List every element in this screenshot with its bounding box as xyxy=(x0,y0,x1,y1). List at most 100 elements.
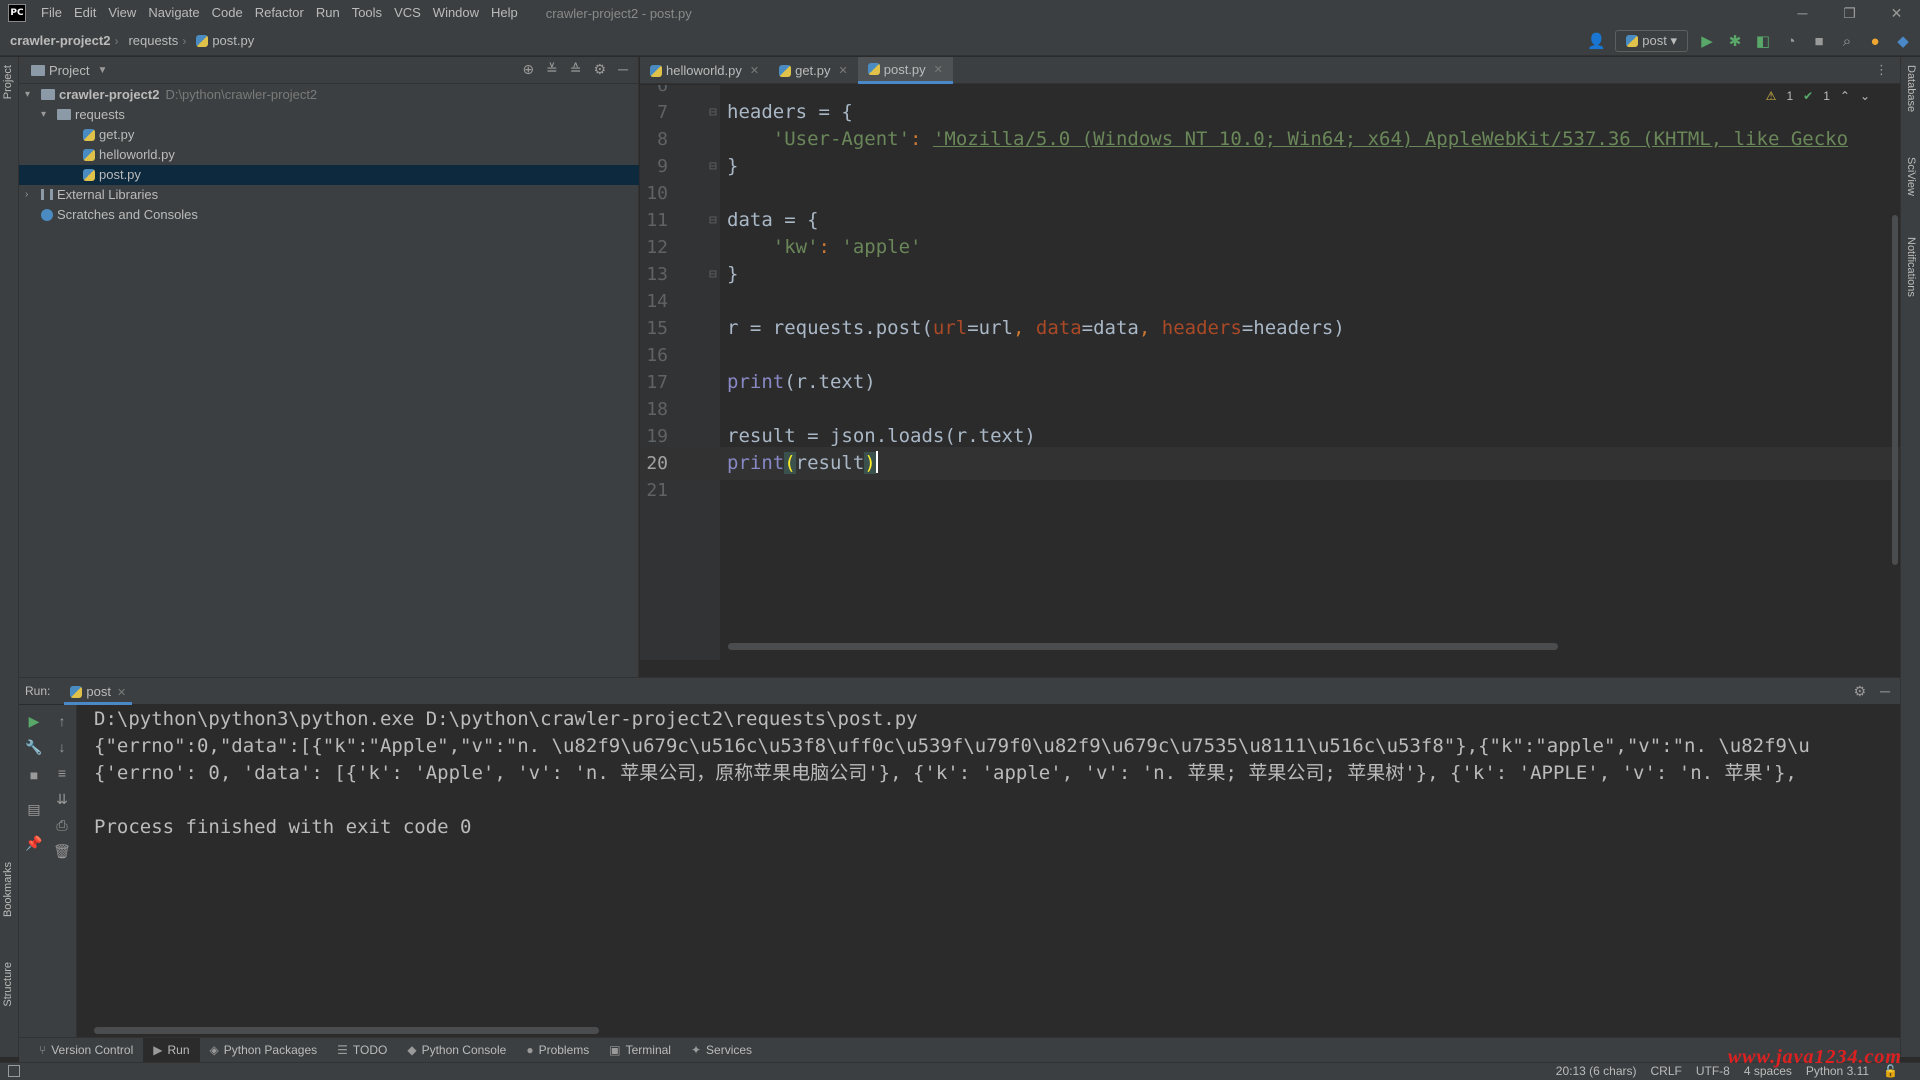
menu-code[interactable]: Code xyxy=(206,0,249,26)
scroll-to-end-icon[interactable]: ⇊ xyxy=(53,791,71,808)
minimize-icon[interactable]: ─ xyxy=(1779,0,1826,26)
menu-navigate[interactable]: Navigate xyxy=(142,0,205,26)
code-line[interactable]: 21 xyxy=(640,474,1900,507)
notifications-tool-button[interactable]: Notifications xyxy=(1905,237,1917,297)
bookmarks-tool-button[interactable]: Bookmarks xyxy=(2,862,14,917)
title-bar: PC File Edit View Navigate Code Refactor Run To… xyxy=(0,0,1920,26)
tree-item[interactable]: helloworld.py xyxy=(19,145,639,165)
database-tool-button[interactable]: Database xyxy=(1905,65,1917,112)
trash-icon[interactable]: 🗑 xyxy=(53,843,71,860)
chevron-down-icon[interactable]: ▾ xyxy=(41,105,46,125)
restore-icon[interactable]: ❐ xyxy=(1826,0,1873,26)
tree-item[interactable]: › External Libraries xyxy=(19,185,639,205)
tool-version-control[interactable]: ⑂ Version Control xyxy=(29,1038,143,1063)
gear-icon[interactable]: ⚙ xyxy=(1854,683,1867,700)
collapse-all-icon[interactable]: ≙ xyxy=(570,61,582,78)
user-icon[interactable]: 👤 xyxy=(1587,32,1606,50)
hide-panel-icon[interactable]: ─ xyxy=(1880,683,1890,700)
chevron-up-icon[interactable]: ⌃ xyxy=(1840,89,1850,103)
rerun-icon[interactable]: ▶ xyxy=(25,713,43,730)
menu-run[interactable]: Run xyxy=(310,0,346,26)
console-horizontal-scrollbar[interactable] xyxy=(94,1027,599,1034)
chevron-down-icon[interactable]: ⌄ xyxy=(1860,89,1870,103)
tab-post-py[interactable]: post.py ✕ xyxy=(857,57,953,84)
tree-item[interactable]: get.py xyxy=(19,125,639,145)
layout-icon[interactable]: ▤ xyxy=(25,801,43,818)
tool-terminal[interactable]: ▣ Terminal xyxy=(599,1038,681,1063)
layout-toggle-icon[interactable] xyxy=(8,1065,20,1077)
run-tab-post[interactable]: post ✕ xyxy=(64,678,133,705)
project-tool-button[interactable]: Project xyxy=(2,65,14,99)
tool-problems[interactable]: ● Problems xyxy=(516,1038,599,1063)
tool-run[interactable]: ▶ Run xyxy=(143,1037,200,1063)
debug-icon[interactable]: ✱ xyxy=(1726,32,1744,50)
library-icon xyxy=(41,189,53,200)
file-encoding[interactable]: UTF-8 xyxy=(1696,1063,1730,1080)
editor-horizontal-scrollbar[interactable] xyxy=(728,643,1558,650)
close-icon[interactable]: ✕ xyxy=(117,687,126,699)
breadcrumb-folder[interactable]: requests xyxy=(118,33,182,48)
update-icon[interactable]: ● xyxy=(1866,33,1884,50)
stop-icon[interactable]: ■ xyxy=(1810,33,1828,50)
menu-vcs[interactable]: VCS xyxy=(388,0,427,26)
menu-view[interactable]: View xyxy=(102,0,142,26)
tab-helloworld-py[interactable]: helloworld.py ✕ xyxy=(640,57,769,84)
project-view-selector[interactable]: Project xyxy=(49,63,89,78)
menu-help[interactable]: Help xyxy=(485,0,524,26)
tool-python-packages[interactable]: ◈ Python Packages xyxy=(200,1038,328,1063)
menu-tools[interactable]: Tools xyxy=(346,0,388,26)
locate-file-icon[interactable]: ⊕ xyxy=(522,61,534,78)
tool-services[interactable]: ✦ Services xyxy=(681,1038,762,1063)
run-icon[interactable]: ▶ xyxy=(1698,32,1716,50)
gear-icon[interactable]: ⚙ xyxy=(594,61,607,78)
inspection-widget[interactable]: ⚠ 1 ✔ 1 ⌃ ⌄ xyxy=(1766,89,1870,103)
menu-edit[interactable]: Edit xyxy=(68,0,102,26)
menu-refactor[interactable]: Refactor xyxy=(249,0,310,26)
hide-panel-icon[interactable]: ─ xyxy=(618,61,628,78)
tab-get-py[interactable]: get.py ✕ xyxy=(769,57,858,84)
tree-item[interactable]: ▾ crawler-project2 D:\python\crawler-proje… xyxy=(19,85,639,105)
code-token: headers = { xyxy=(727,101,853,123)
structure-tool-button[interactable]: Structure xyxy=(2,962,14,1007)
tree-item[interactable]: post.py xyxy=(19,165,639,185)
chevron-right-icon[interactable]: › xyxy=(25,185,28,205)
ide-logo-icon[interactable]: ◆ xyxy=(1894,32,1912,50)
menu-file[interactable]: File xyxy=(35,0,68,26)
tool-python-console[interactable]: ◆ Python Console xyxy=(397,1038,516,1063)
arrow-down-icon[interactable]: ↓ xyxy=(53,739,71,755)
menu-window[interactable]: Window xyxy=(427,0,485,26)
profile-icon[interactable]: ◔ xyxy=(1782,33,1800,50)
close-icon[interactable]: ✕ xyxy=(750,64,759,77)
close-icon[interactable]: ✕ xyxy=(1873,0,1920,26)
tool-todo[interactable]: ☰ TODO xyxy=(327,1038,397,1063)
chevron-down-icon[interactable]: ▾ xyxy=(25,85,30,105)
breadcrumb-file[interactable]: post.py xyxy=(186,33,258,48)
toolbar-right: 👤 post ▾ ▶ ✱ ◧ ◔ ■ ⌕ ● ◆ xyxy=(1587,26,1912,56)
caret-position[interactable]: 20:13 (6 chars) xyxy=(1556,1063,1637,1080)
tree-item[interactable]: ▾ requests xyxy=(19,105,639,125)
print-icon[interactable]: ⎙ xyxy=(53,817,71,834)
close-icon[interactable]: ✕ xyxy=(839,64,848,77)
line-separator[interactable]: CRLF xyxy=(1651,1063,1682,1080)
run-config-selector[interactable]: post ▾ xyxy=(1615,30,1688,52)
soft-wrap-icon[interactable]: ≡ xyxy=(53,765,71,781)
chevron-down-icon[interactable]: ▼ xyxy=(97,65,107,76)
arrow-up-icon[interactable]: ↑ xyxy=(53,713,71,729)
stop-icon[interactable]: ■ xyxy=(25,767,43,783)
expand-all-icon[interactable]: ≚ xyxy=(546,61,558,78)
breadcrumb-project[interactable]: crawler-project2 xyxy=(0,33,114,48)
pin-icon[interactable]: 📌 xyxy=(25,835,43,852)
code-editor[interactable]: 6 7 ⊟ headers = {8 'User-Agent': 'Mozilla/5… xyxy=(640,85,1900,660)
sciview-tool-button[interactable]: SciView xyxy=(1905,157,1917,196)
close-icon[interactable]: ✕ xyxy=(934,63,943,76)
tree-item[interactable]: Scratches and Consoles xyxy=(19,205,639,225)
editor-vertical-scrollbar[interactable] xyxy=(1892,215,1898,565)
search-icon[interactable]: ⌕ xyxy=(1838,33,1856,50)
folder-icon xyxy=(41,89,55,100)
code-token: =headers) xyxy=(1241,317,1345,339)
more-options-icon[interactable]: ⋮ xyxy=(1875,62,1888,78)
run-console[interactable]: D:\python\python3\python.exe D:\python\c… xyxy=(78,705,1900,1037)
wrench-icon[interactable]: 🔧 xyxy=(25,739,43,756)
coverage-icon[interactable]: ◧ xyxy=(1754,32,1772,50)
